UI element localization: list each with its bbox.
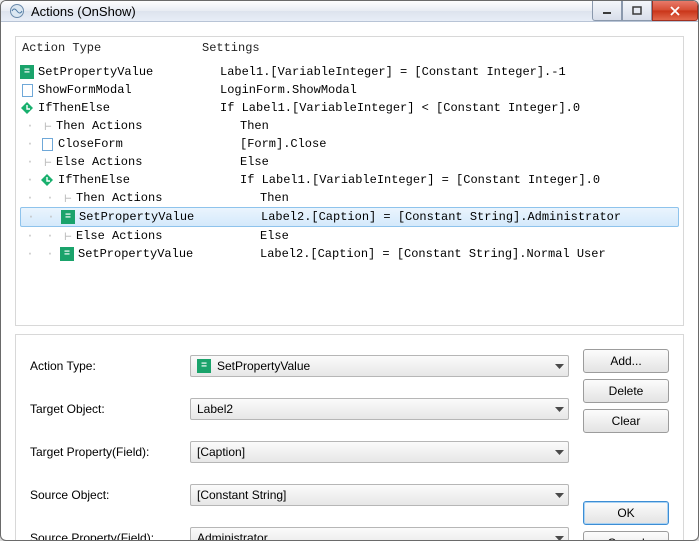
tree-row[interactable]: ··⊢Else ActionsElse bbox=[20, 227, 679, 245]
equals-icon: = bbox=[20, 65, 34, 79]
ok-button[interactable]: OK bbox=[583, 501, 669, 525]
row-settings: Label2.[Caption] = [Constant String].Nor… bbox=[260, 247, 606, 261]
label-target-property: Target Property(Field): bbox=[30, 445, 180, 459]
col-action-type: Action Type bbox=[22, 41, 202, 55]
clear-button[interactable]: Clear bbox=[583, 409, 669, 433]
tree-header: Action Type Settings bbox=[16, 37, 683, 61]
app-icon bbox=[9, 3, 25, 19]
chevron-down-icon bbox=[555, 488, 564, 502]
chevron-down-icon bbox=[555, 445, 564, 459]
tree-row[interactable]: ··=SetPropertyValueLabel2.[Caption] = [C… bbox=[20, 245, 679, 263]
target-property-combo[interactable]: [Caption] bbox=[190, 441, 569, 463]
source-object-value: [Constant String] bbox=[197, 488, 286, 502]
form-icon bbox=[20, 83, 34, 97]
row-action: SetPropertyValue bbox=[79, 210, 194, 224]
dialog-content: Action Type Settings = SetPropertyValue La… bbox=[1, 22, 698, 541]
chevron-down-icon bbox=[555, 402, 564, 416]
spacer bbox=[583, 439, 669, 495]
branch-icon: ⊢ bbox=[60, 229, 76, 244]
tree-row[interactable]: ·IfThenElseIf Label1.[VariableInteger] =… bbox=[20, 171, 679, 189]
branch-icon: ⊢ bbox=[60, 191, 76, 206]
row-action: CloseForm bbox=[58, 137, 123, 151]
tree-row[interactable]: ShowFormModal LoginForm.ShowModal bbox=[20, 81, 679, 99]
tree-row[interactable]: ··=SetPropertyValueLabel2.[Caption] = [C… bbox=[20, 207, 679, 227]
tree-row[interactable]: ·⊢Else ActionsElse bbox=[20, 153, 679, 171]
equals-icon: = bbox=[60, 247, 74, 261]
row-settings: If Label1.[VariableInteger] = [Constant … bbox=[240, 173, 600, 187]
row-settings: LoginForm.ShowModal bbox=[220, 83, 357, 97]
label-action-type: Action Type: bbox=[30, 359, 180, 373]
if-icon bbox=[40, 173, 54, 187]
col-settings: Settings bbox=[202, 41, 260, 55]
chevron-down-icon bbox=[555, 359, 564, 373]
tree-row[interactable]: = SetPropertyValue Label1.[VariableInteger… bbox=[20, 63, 679, 81]
chevron-down-icon bbox=[555, 531, 564, 541]
action-type-value: SetPropertyValue bbox=[217, 359, 310, 373]
equals-icon: = bbox=[197, 359, 211, 373]
row-action: ShowFormModal bbox=[38, 83, 132, 97]
equals-icon: = bbox=[61, 210, 75, 224]
target-property-value: [Caption] bbox=[197, 445, 245, 459]
source-object-combo[interactable]: [Constant String] bbox=[190, 484, 569, 506]
window-buttons bbox=[592, 1, 698, 21]
row-settings: Else bbox=[240, 155, 269, 169]
source-property-combo[interactable]: Administrator bbox=[190, 527, 569, 541]
row-settings: Then bbox=[240, 119, 269, 133]
tree-row[interactable]: ··⊢Then ActionsThen bbox=[20, 189, 679, 207]
side-buttons: Add... Delete Clear OK Cancel bbox=[583, 349, 669, 541]
label-source-object: Source Object: bbox=[30, 488, 180, 502]
dialog-window: Actions (OnShow) Action Type Settings = S… bbox=[0, 0, 699, 541]
tree-body[interactable]: = SetPropertyValue Label1.[VariableInteger… bbox=[16, 61, 683, 325]
action-type-combo[interactable]: = SetPropertyValue bbox=[190, 355, 569, 377]
branch-icon: ⊢ bbox=[40, 119, 56, 134]
maximize-button[interactable] bbox=[622, 1, 652, 21]
branch-icon: ⊢ bbox=[40, 155, 56, 170]
row-action: IfThenElse bbox=[38, 101, 110, 115]
row-action: Else Actions bbox=[76, 229, 162, 243]
target-object-combo[interactable]: Label2 bbox=[190, 398, 569, 420]
row-action: IfThenElse bbox=[58, 173, 130, 187]
label-source-property: Source Property(Field): bbox=[30, 531, 180, 541]
target-object-value: Label2 bbox=[197, 402, 233, 416]
row-settings: Then bbox=[260, 191, 289, 205]
row-action: SetPropertyValue bbox=[38, 65, 153, 79]
form-icon bbox=[40, 137, 54, 151]
row-action: SetPropertyValue bbox=[78, 247, 193, 261]
row-action: Then Actions bbox=[76, 191, 162, 205]
cancel-button[interactable]: Cancel bbox=[583, 531, 669, 541]
window-title: Actions (OnShow) bbox=[31, 4, 592, 19]
if-icon bbox=[20, 101, 34, 115]
titlebar[interactable]: Actions (OnShow) bbox=[1, 1, 698, 22]
fields-grid: Action Type: = SetPropertyValue Target O… bbox=[30, 349, 569, 541]
tree-row[interactable]: ·CloseForm[Form].Close bbox=[20, 135, 679, 153]
row-settings: Label1.[VariableInteger] = [Constant Int… bbox=[220, 65, 566, 79]
source-property-value: Administrator bbox=[197, 531, 268, 541]
add-button[interactable]: Add... bbox=[583, 349, 669, 373]
tree-row[interactable]: ·⊢Then ActionsThen bbox=[20, 117, 679, 135]
row-settings: Label2.[Caption] = [Constant String].Adm… bbox=[261, 210, 621, 224]
row-settings: If Label1.[VariableInteger] < [Constant … bbox=[220, 101, 580, 115]
close-button[interactable] bbox=[652, 1, 698, 21]
minimize-button[interactable] bbox=[592, 1, 622, 21]
delete-button[interactable]: Delete bbox=[583, 379, 669, 403]
row-settings: Else bbox=[260, 229, 289, 243]
row-settings: [Form].Close bbox=[240, 137, 326, 151]
label-target-object: Target Object: bbox=[30, 402, 180, 416]
tree-row[interactable]: IfThenElse If Label1.[VariableInteger] < … bbox=[20, 99, 679, 117]
actions-tree[interactable]: Action Type Settings = SetPropertyValue La… bbox=[15, 36, 684, 326]
row-action: Then Actions bbox=[56, 119, 142, 133]
editor-panel: Action Type: = SetPropertyValue Target O… bbox=[15, 334, 684, 541]
row-action: Else Actions bbox=[56, 155, 142, 169]
